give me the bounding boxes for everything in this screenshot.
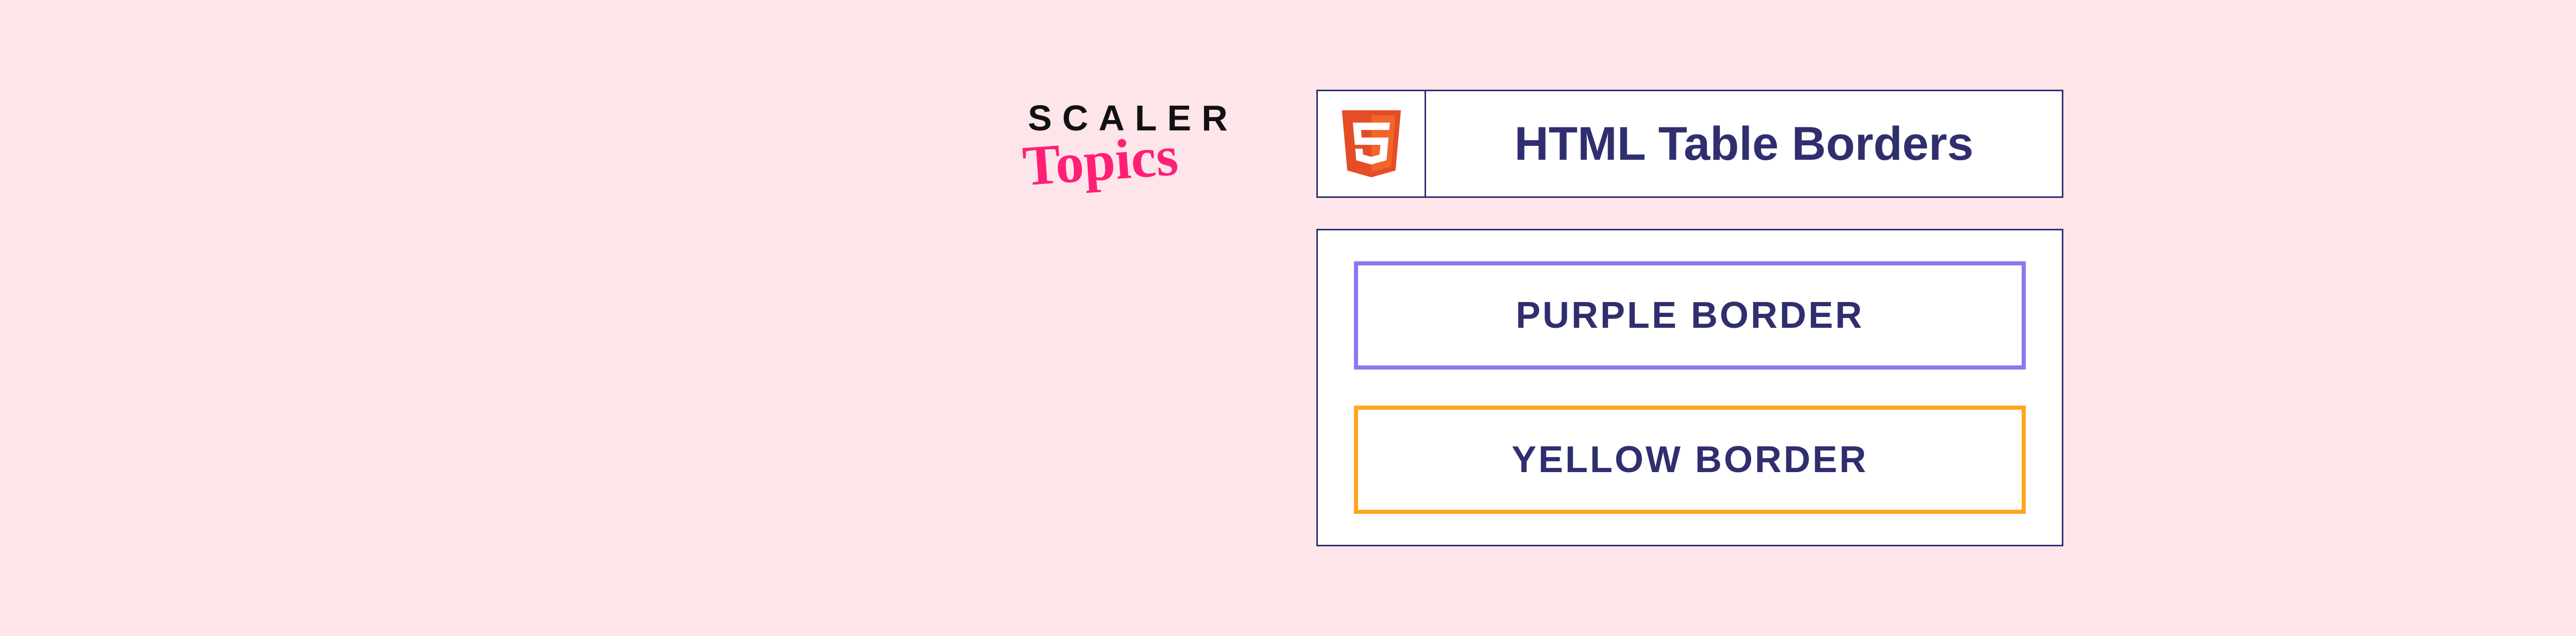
yellow-border-row: YELLOW BORDER <box>1354 406 2026 514</box>
header-icon-cell <box>1318 91 1426 196</box>
diagram-canvas: SCALER Topics HTML Table Borders PURPLE … <box>1028 90 2063 546</box>
header-title-cell: HTML Table Borders <box>1426 91 2062 196</box>
header-box: HTML Table Borders <box>1316 90 2063 198</box>
scaler-topics-logo: SCALER Topics <box>1028 100 1244 181</box>
purple-border-row: PURPLE BORDER <box>1354 261 2026 370</box>
row-label: YELLOW BORDER <box>1512 439 1868 481</box>
logo-line-2: Topics <box>1022 136 1179 187</box>
html5-icon <box>1338 105 1405 182</box>
main-column: HTML Table Borders PURPLE BORDER YELLOW … <box>1316 90 2063 546</box>
row-label: PURPLE BORDER <box>1516 294 1864 337</box>
body-box: PURPLE BORDER YELLOW BORDER <box>1316 229 2063 546</box>
header-title: HTML Table Borders <box>1514 117 1973 171</box>
